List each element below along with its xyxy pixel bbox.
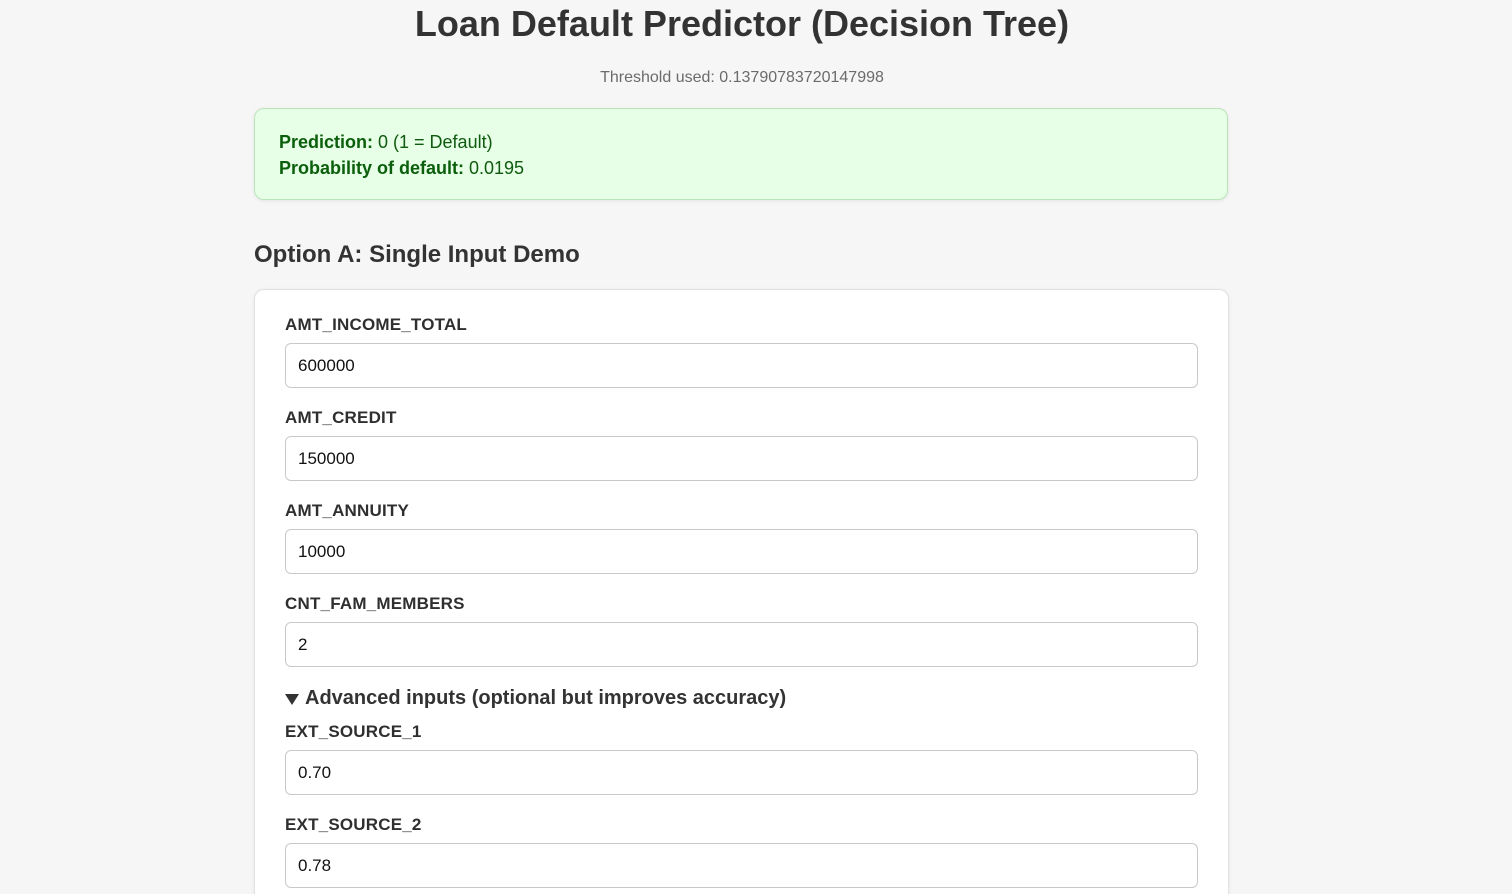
threshold-text: Threshold used: 0.13790783720147998 xyxy=(600,69,884,86)
ext-source-2-label: EXT_SOURCE_2 xyxy=(285,815,422,834)
amt-income-total-label: AMT_INCOME_TOTAL xyxy=(285,315,468,334)
prediction-value: 0 (1 = Default) xyxy=(373,132,493,152)
ext-source-1-label: EXT_SOURCE_1 xyxy=(285,722,422,741)
amt-credit-input[interactable] xyxy=(285,436,1198,481)
amt-credit-label: AMT_CREDIT xyxy=(285,408,397,427)
probability-value: 0.0195 xyxy=(464,158,525,178)
prediction-result-box: Prediction: 0 (1 = Default) Probability … xyxy=(254,108,1228,200)
prediction-label: Prediction: xyxy=(279,132,374,152)
advanced-inputs-summary-label: Advanced inputs (optional but improves a… xyxy=(305,687,787,709)
page-title: Loan Default Predictor (Decision Tree) xyxy=(414,3,1070,44)
cnt-fam-members-input[interactable] xyxy=(285,622,1198,667)
section-title: Option A: Single Input Demo xyxy=(254,241,580,268)
triangle-down-icon xyxy=(285,693,299,705)
amt-income-total-input[interactable] xyxy=(285,343,1198,388)
ext-source-1-input[interactable] xyxy=(285,750,1198,795)
probability-label: Probability of default: xyxy=(279,158,465,178)
prediction-line: Prediction: 0 (1 = Default) xyxy=(279,129,1203,155)
probability-line: Probability of default: 0.0195 xyxy=(279,155,1203,181)
cnt-fam-members-label: CNT_FAM_MEMBERS xyxy=(285,594,465,613)
amt-annuity-input[interactable] xyxy=(285,529,1198,574)
single-input-form-card: AMT_INCOME_TOTAL AMT_CREDIT AMT_ANNUITY … xyxy=(254,289,1229,894)
amt-annuity-label: AMT_ANNUITY xyxy=(285,501,410,520)
ext-source-2-input[interactable] xyxy=(285,843,1198,888)
advanced-inputs-toggle[interactable]: Advanced inputs (optional but improves a… xyxy=(285,686,786,710)
page: Loan Default Predictor (Decision Tree) T… xyxy=(0,0,1512,894)
